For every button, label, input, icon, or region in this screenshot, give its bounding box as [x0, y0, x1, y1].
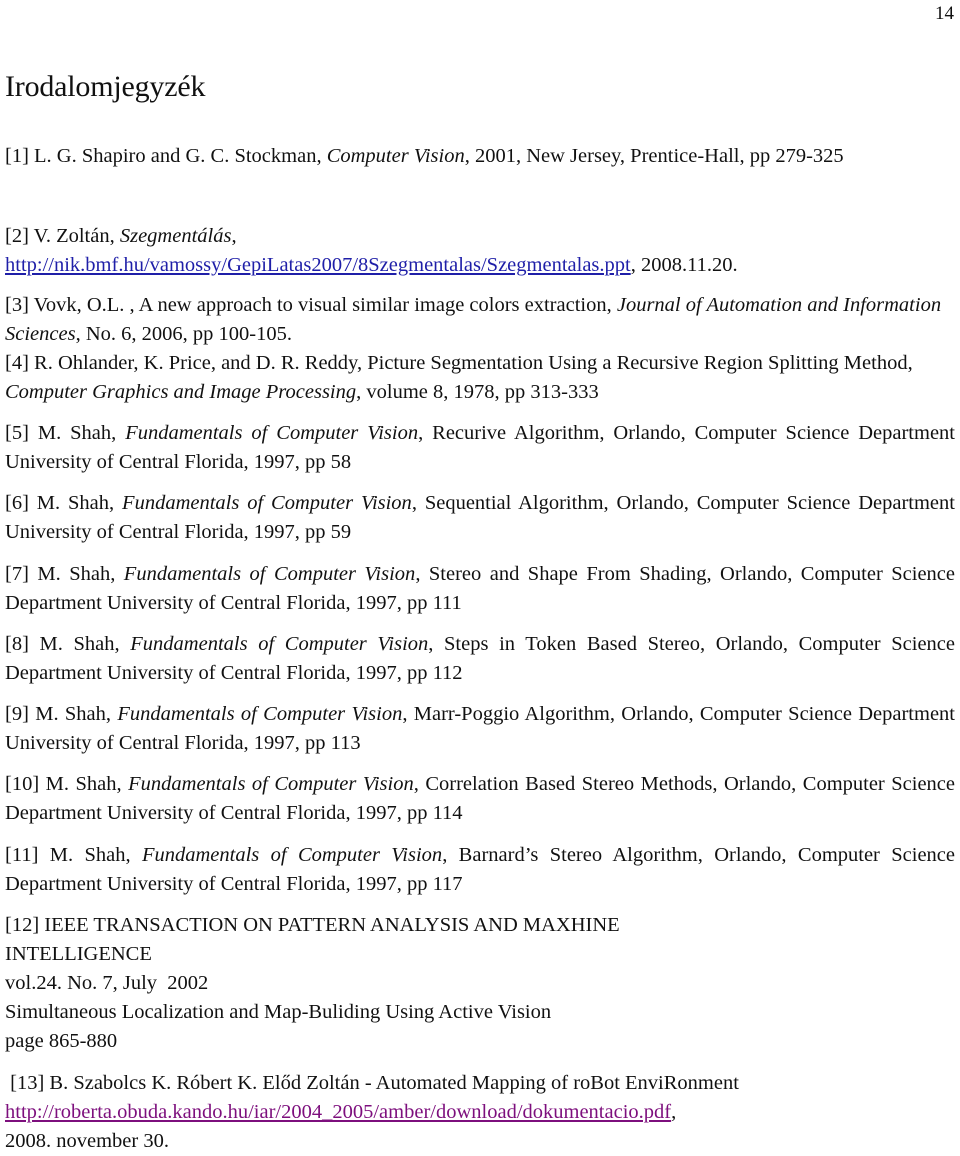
reference-details: , 2008.11.20. — [630, 254, 738, 276]
reference-url-link[interactable]: http://nik.bmf.hu/vamossy/GepiLatas2007/… — [5, 254, 631, 276]
reference-authors: M. Shah, — [37, 422, 126, 444]
page-number: 14 — [935, 3, 954, 24]
reference-title: Fundamentals of Computer Vision — [117, 703, 403, 725]
reference-line: INTELLIGENCE — [5, 943, 152, 965]
reference-title: Computer Vision — [326, 145, 465, 167]
reference-8: [8] M. Shah, Fundamentals of Computer Vi… — [5, 630, 955, 688]
reference-5: [5] M. Shah, Fundamentals of Computer Vi… — [5, 419, 955, 477]
reference-4: [4] R. Ohlander, K. Price, and D. R. Red… — [5, 349, 955, 407]
reference-authors: R. Ohlander, K. Price, and D. R. Reddy, … — [34, 352, 913, 374]
reference-article-title: Simultaneous Localization and Map-Bulidi… — [5, 1001, 552, 1023]
reference-id: [2] — [5, 225, 29, 247]
reference-13: [13] B. Szabolcs K. Róbert K. Előd Zoltá… — [5, 1069, 955, 1156]
reference-id: [9] — [5, 703, 29, 725]
reference-id: [13] — [10, 1072, 45, 1094]
reference-authors: M. Shah, — [39, 633, 131, 655]
reference-id: [5] — [5, 422, 29, 444]
reference-authors: V. Zoltán, — [33, 225, 120, 247]
reference-volume: vol.24. No. 7, July 2002 — [5, 972, 209, 994]
reference-authors: M. Shah, — [36, 492, 123, 514]
reference-details: , 2001, New Jersey, Prentice-Hall, pp 27… — [464, 145, 844, 167]
reference-id: [7] — [5, 563, 29, 585]
reference-11: [11] M. Shah, Fundamentals of Computer V… — [5, 841, 955, 899]
reference-1: [1] L. G. Shapiro and G. C. Stockman, Co… — [5, 142, 955, 171]
reference-9: [9] M. Shah, Fundamentals of Computer Vi… — [5, 700, 955, 758]
reference-id: [8] — [5, 633, 29, 655]
reference-title: Fundamentals of Computer Vision — [130, 633, 429, 655]
reference-2: [2] V. Zoltán, Szegmentálás, http://nik.… — [5, 222, 955, 280]
reference-authors: M. Shah, — [37, 563, 124, 585]
reference-punct: , — [231, 225, 237, 247]
reference-punct: , — [671, 1101, 677, 1123]
reference-title: Fundamentals of Computer Vision — [141, 844, 443, 866]
reference-title: Szegmentálás — [119, 225, 232, 247]
reference-id: [3] — [5, 294, 29, 316]
reference-url-link[interactable]: http://roberta.obuda.kando.hu/iar/2004_2… — [5, 1101, 671, 1123]
page-title: Irodalomjegyzék — [5, 70, 206, 103]
reference-line: http://roberta.obuda.kando.hu/iar/2004_2… — [5, 1098, 955, 1127]
reference-id: [4] — [5, 352, 29, 374]
reference-journal: IEEE TRANSACTION ON PATTERN ANALYSIS AND… — [44, 914, 620, 936]
reference-3: [3] Vovk, O.L. , A new approach to visua… — [5, 291, 955, 349]
reference-authors: M. Shah, — [45, 773, 129, 795]
reference-6: [6] M. Shah, Fundamentals of Computer Vi… — [5, 489, 955, 547]
reference-id: [6] — [5, 492, 29, 514]
reference-pages: page 865-880 — [5, 1030, 118, 1052]
reference-id: [11] — [5, 844, 39, 866]
reference-7: [7] M. Shah, Fundamentals of Computer Vi… — [5, 560, 955, 618]
reference-line: [13] B. Szabolcs K. Róbert K. Előd Zoltá… — [5, 1069, 955, 1098]
reference-title: Fundamentals of Computer Vision — [122, 492, 412, 514]
reference-id: [12] — [5, 914, 40, 936]
reference-authors: M. Shah, — [49, 844, 142, 866]
reference-title: Fundamentals of Computer Vision — [128, 773, 414, 795]
reference-details: , volume 8, 1978, pp 313-333 — [356, 381, 599, 403]
reference-authors: L. G. Shapiro and G. C. Stockman, — [34, 145, 327, 167]
reference-id: [10] — [5, 773, 40, 795]
reference-details: , No. 6, 2006, pp 100-105. — [75, 323, 292, 345]
reference-id: [1] — [5, 145, 29, 167]
reference-title: Fundamentals of Computer Vision — [123, 563, 416, 585]
reference-title: Computer Graphics and Image Processing — [5, 381, 357, 403]
reference-date: 2008. november 30. — [5, 1130, 169, 1152]
reference-10: [10] M. Shah, Fundamentals of Computer V… — [5, 770, 955, 828]
reference-authors: M. Shah, — [35, 703, 118, 725]
reference-authors: Vovk, O.L. , A new approach to visual si… — [33, 294, 617, 316]
reference-title: Fundamentals of Computer Vision — [125, 422, 419, 444]
reference-authors: B. Szabolcs K. Róbert K. Előd Zoltán - A… — [49, 1072, 739, 1094]
reference-12: [12] IEEE TRANSACTION ON PATTERN ANALYSI… — [5, 911, 955, 1056]
reference-line: [12] IEEE TRANSACTION ON PATTERN ANALYSI… — [5, 911, 955, 940]
